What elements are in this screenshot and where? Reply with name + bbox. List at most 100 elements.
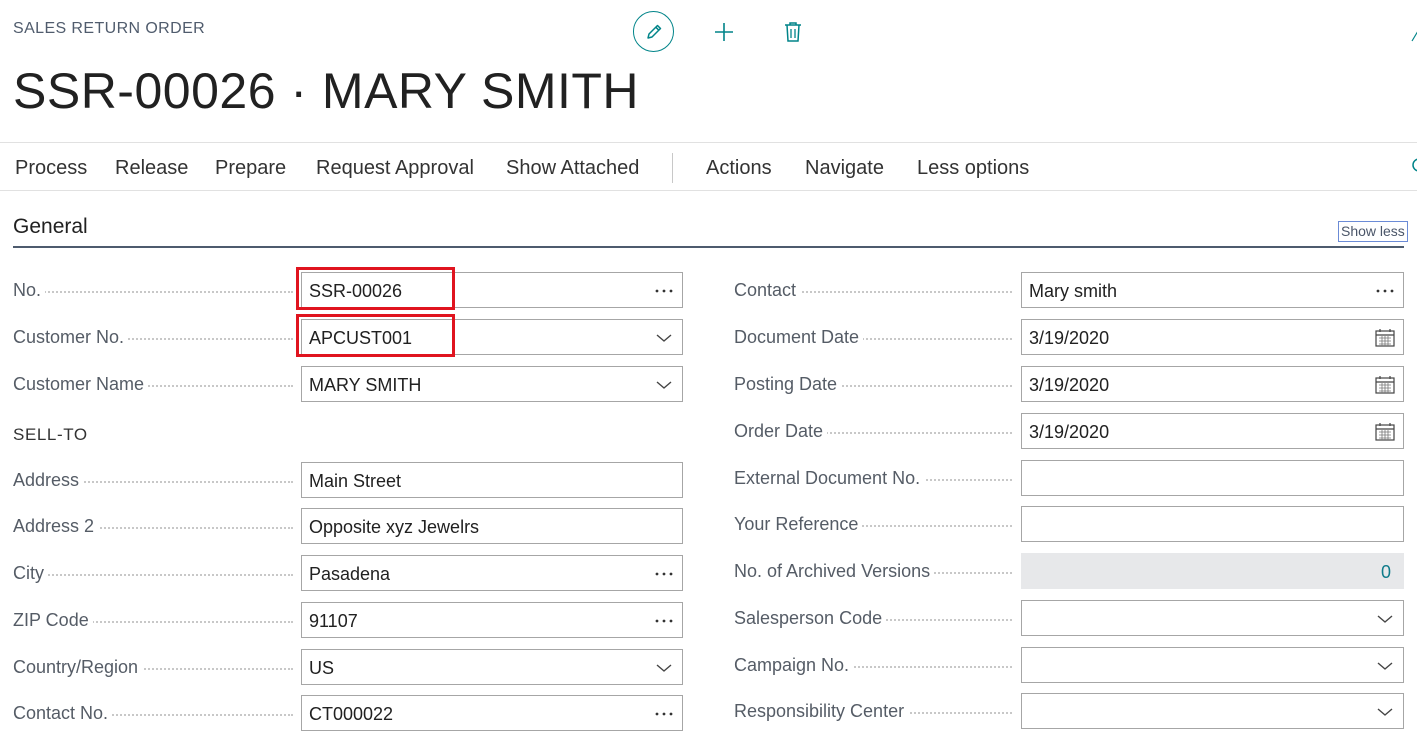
- external-document-no-field[interactable]: [1021, 460, 1404, 496]
- field-label: City: [13, 563, 48, 584]
- section-title-general: General: [13, 215, 88, 238]
- field-label: Contact: [734, 280, 801, 301]
- trash-icon: [784, 21, 801, 42]
- lookup-ellipsis-icon[interactable]: [654, 704, 674, 724]
- delete-button[interactable]: [772, 11, 813, 52]
- lookup-ellipsis-icon[interactable]: [654, 281, 674, 301]
- plus-icon: [714, 22, 733, 41]
- posting-date-field[interactable]: 3/19/2020: [1021, 366, 1404, 402]
- field-row-contact-no: Contact No. CT000022: [13, 695, 683, 731]
- section-divider: [13, 246, 1404, 248]
- new-button[interactable]: [703, 11, 744, 52]
- campaign-no-field[interactable]: [1021, 647, 1404, 683]
- field-label: ZIP Code: [13, 610, 93, 631]
- field-label: Customer No.: [13, 327, 129, 348]
- field-row-salesperson-code: Salesperson Code: [734, 600, 1404, 636]
- calendar-icon[interactable]: [1375, 375, 1395, 395]
- action-request-approval[interactable]: Request Approval: [316, 157, 474, 180]
- field-row-archived-versions: No. of Archived Versions 0: [734, 553, 1404, 589]
- action-actions[interactable]: Actions: [706, 157, 772, 180]
- chevron-down-icon[interactable]: [654, 328, 674, 348]
- field-value: CT000022: [309, 704, 394, 724]
- chevron-down-icon[interactable]: [654, 375, 674, 395]
- field-label: Salesperson Code: [734, 608, 887, 629]
- field-value: Opposite xyz Jewelrs: [309, 517, 480, 537]
- contact-field[interactable]: Mary smith: [1021, 272, 1404, 308]
- field-row-campaign-no: Campaign No.: [734, 647, 1404, 683]
- chevron-down-icon[interactable]: [654, 658, 674, 678]
- field-row-city: City Pasadena: [13, 555, 683, 591]
- record-toolbar: [633, 11, 813, 52]
- field-value: Main Street: [309, 471, 402, 491]
- field-label: Document Date: [734, 327, 864, 348]
- salesperson-code-field[interactable]: [1021, 600, 1404, 636]
- document-date-field[interactable]: 3/19/2020: [1021, 319, 1404, 355]
- calendar-icon[interactable]: [1375, 328, 1395, 348]
- lookup-ellipsis-icon[interactable]: [654, 611, 674, 631]
- page-title: SSR-00026 · MARY SMITH: [13, 63, 640, 119]
- address-2-field[interactable]: Opposite xyz Jewelrs: [301, 508, 683, 544]
- country-region-field[interactable]: US: [301, 649, 683, 685]
- field-label: Contact No.: [13, 703, 113, 724]
- field-value: US: [309, 658, 335, 678]
- leader-dots: [13, 574, 293, 576]
- field-label: Address 2: [13, 516, 99, 537]
- field-row-country-region: Country/Region US: [13, 649, 683, 685]
- action-show-attached[interactable]: Show Attached: [506, 157, 639, 180]
- field-label: External Document No.: [734, 468, 925, 489]
- action-bar: Process Release Prepare Request Approval…: [0, 142, 1417, 191]
- field-label: Customer Name: [13, 374, 149, 395]
- action-process[interactable]: Process: [15, 157, 87, 180]
- field-label: No.: [13, 280, 46, 301]
- field-row-your-reference: Your Reference: [734, 506, 1404, 542]
- pencil-icon: [646, 24, 661, 39]
- chevron-down-icon[interactable]: [1375, 702, 1395, 722]
- highlight-customer-no-field: [296, 314, 455, 357]
- action-release[interactable]: Release: [115, 157, 188, 180]
- field-value: 91107: [309, 611, 358, 631]
- action-navigate[interactable]: Navigate: [805, 157, 884, 180]
- field-label: Order Date: [734, 421, 828, 442]
- field-label: Posting Date: [734, 374, 842, 395]
- field-row-address-2: Address 2 Opposite xyz Jewelrs: [13, 508, 683, 544]
- field-value: 3/19/2020: [1029, 375, 1110, 395]
- address-field[interactable]: Main Street: [301, 462, 683, 498]
- chevron-down-icon[interactable]: [1375, 609, 1395, 629]
- order-date-field[interactable]: 3/19/2020: [1021, 413, 1404, 449]
- contact-no-field[interactable]: CT000022: [301, 695, 683, 731]
- field-row-customer-name: Customer Name MARY SMITH: [13, 366, 683, 402]
- your-reference-field[interactable]: [1021, 506, 1404, 542]
- collapse-icon[interactable]: [1411, 30, 1417, 42]
- customer-name-field[interactable]: MARY SMITH: [301, 366, 683, 402]
- highlight-no-field: [296, 267, 455, 310]
- show-less-button[interactable]: Show less: [1338, 221, 1408, 242]
- action-less-options[interactable]: Less options: [917, 157, 1029, 180]
- archived-versions-value[interactable]: 0: [1021, 553, 1404, 589]
- field-value: Mary smith: [1029, 281, 1118, 301]
- zip-code-field[interactable]: 91107: [301, 602, 683, 638]
- action-separator: [672, 153, 673, 183]
- calendar-icon[interactable]: [1375, 422, 1395, 442]
- city-field[interactable]: Pasadena: [301, 555, 683, 591]
- lookup-ellipsis-icon[interactable]: [654, 564, 674, 584]
- group-heading-sell-to: SELL-TO: [13, 425, 88, 444]
- field-row-address: Address Main Street: [13, 462, 683, 498]
- edit-button[interactable]: [633, 11, 674, 52]
- search-icon[interactable]: [1409, 157, 1417, 175]
- leader-dots: [13, 291, 293, 293]
- field-label: Your Reference: [734, 514, 863, 535]
- chevron-down-icon[interactable]: [1375, 656, 1395, 676]
- field-label: Campaign No.: [734, 655, 854, 676]
- field-value: 0: [1380, 562, 1391, 582]
- field-value: 3/19/2020: [1029, 422, 1110, 442]
- field-row-zip-code: ZIP Code 91107: [13, 602, 683, 638]
- field-label: No. of Archived Versions: [734, 561, 935, 582]
- field-row-responsibility-center: Responsibility Center: [734, 693, 1404, 729]
- page-caption: SALES RETURN ORDER: [13, 20, 206, 37]
- field-label: Country/Region: [13, 657, 143, 678]
- action-prepare[interactable]: Prepare: [215, 157, 286, 180]
- lookup-ellipsis-icon[interactable]: [1375, 281, 1395, 301]
- field-value: MARY SMITH: [309, 375, 422, 395]
- responsibility-center-field[interactable]: [1021, 693, 1404, 729]
- field-row-document-date: Document Date 3/19/2020: [734, 319, 1404, 355]
